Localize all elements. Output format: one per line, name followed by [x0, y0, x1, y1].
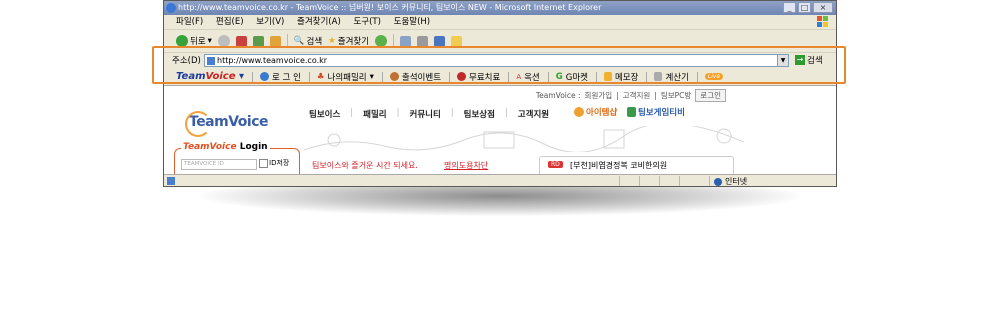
minimize-button[interactable]: _ [783, 2, 796, 13]
menu-favorites[interactable]: 즐겨찾기(A) [297, 17, 341, 27]
title-bar: http://www.teamvoice.co.kr - TeamVoice :… [164, 1, 836, 15]
news-item[interactable]: [부천]비엽경정복 코비한의원 [570, 160, 667, 171]
nav-family[interactable]: 패밀리 [363, 108, 386, 120]
site-logo[interactable]: TeamVoice [185, 111, 269, 137]
top-login-button[interactable]: 로그인 [695, 89, 726, 102]
menu-tools[interactable]: 도구(T) [353, 17, 380, 27]
highlight-frame [152, 46, 846, 84]
status-divider [709, 176, 710, 186]
nav-shop[interactable]: 팀보상점 [464, 108, 495, 120]
welcome-notice: 팀보이스와 즐거운 시간 되세요. [312, 161, 418, 170]
window-title: http://www.teamvoice.co.kr - TeamVoice :… [178, 3, 602, 12]
top-links-brand: TeamVoice : [535, 91, 581, 100]
edit-button[interactable] [434, 35, 446, 47]
menu-bar: 파일(F) 편집(E) 보기(V) 즐겨찾기(A) 도구(T) 도움말(H) [164, 15, 836, 30]
status-divider [679, 176, 680, 186]
item-shop-link[interactable]: 아이템샵 [574, 106, 617, 118]
search-icon: 🔍 [293, 36, 305, 46]
signup-link[interactable]: 회원가입 [585, 90, 613, 101]
window-controls: _ □ × [783, 2, 833, 13]
star-icon: ★ [328, 36, 336, 46]
maximize-button[interactable]: □ [798, 2, 811, 13]
close-button[interactable]: × [813, 2, 833, 13]
menu-help[interactable]: 도움말(H) [394, 17, 430, 27]
status-bar: 인터넷 [164, 174, 836, 186]
ie-icon [166, 3, 176, 13]
id-save-checkbox[interactable]: ID저장 [259, 158, 289, 168]
nav-support[interactable]: 고객지원 [518, 108, 549, 120]
browser-window: http://www.teamvoice.co.kr - TeamVoice :… [163, 0, 837, 187]
id-input[interactable]: TEAMVOICE ID [181, 159, 257, 170]
menu-view[interactable]: 보기(V) [256, 17, 284, 27]
globe-icon [714, 177, 722, 186]
support-link[interactable]: 고객지원 [623, 90, 651, 101]
page-status-icon [167, 177, 175, 185]
news-tag: RD [548, 161, 563, 168]
menu-edit[interactable]: 편집(E) [216, 17, 244, 27]
news-box: RD [부천]비엽경정복 코비한의원 [539, 156, 734, 175]
messenger-button[interactable] [451, 35, 463, 47]
pcbang-link[interactable]: 팀보PC방 [661, 90, 691, 101]
login-box: TeamVoice Login TEAMVOICE ID ID저장 [174, 142, 300, 175]
stop-button[interactable] [235, 35, 247, 47]
status-divider [619, 176, 620, 186]
site-nav: 팀보이스 | 패밀리 | 커뮤니티 | 팀보상점 | 고객지원 [309, 108, 550, 120]
logo-ring-icon [185, 111, 211, 137]
windows-logo-icon [817, 16, 828, 27]
web-content: TeamVoice : 회원가입 | 고객지원 | 팀보PC방 로그인 TeamVo… [164, 85, 836, 175]
status-divider [659, 176, 660, 186]
print-button[interactable] [417, 35, 429, 47]
status-divider [639, 176, 640, 186]
nav-teamvoice[interactable]: 팀보이스 [309, 108, 340, 120]
login-title: TeamVoice Login [181, 142, 270, 152]
refresh-button[interactable] [252, 35, 264, 47]
game-tv-link[interactable]: 팀보게임티비 [627, 106, 685, 118]
chevron-down-icon: ▾ [207, 36, 212, 46]
security-zone: 인터넷 [714, 175, 747, 186]
identity-theft-link[interactable]: 명의도용차단 [444, 160, 488, 171]
item-shop-icon [574, 107, 584, 117]
site-top-links: TeamVoice : 회원가입 | 고객지원 | 팀보PC방 로그인 [536, 89, 726, 102]
home-button[interactable] [269, 35, 281, 47]
background-illustration [304, 126, 744, 152]
nav-community[interactable]: 커뮤니티 [410, 108, 441, 120]
menu-file[interactable]: 파일(F) [176, 17, 203, 27]
mail-button[interactable] [400, 35, 412, 47]
game-tv-icon [627, 107, 636, 117]
